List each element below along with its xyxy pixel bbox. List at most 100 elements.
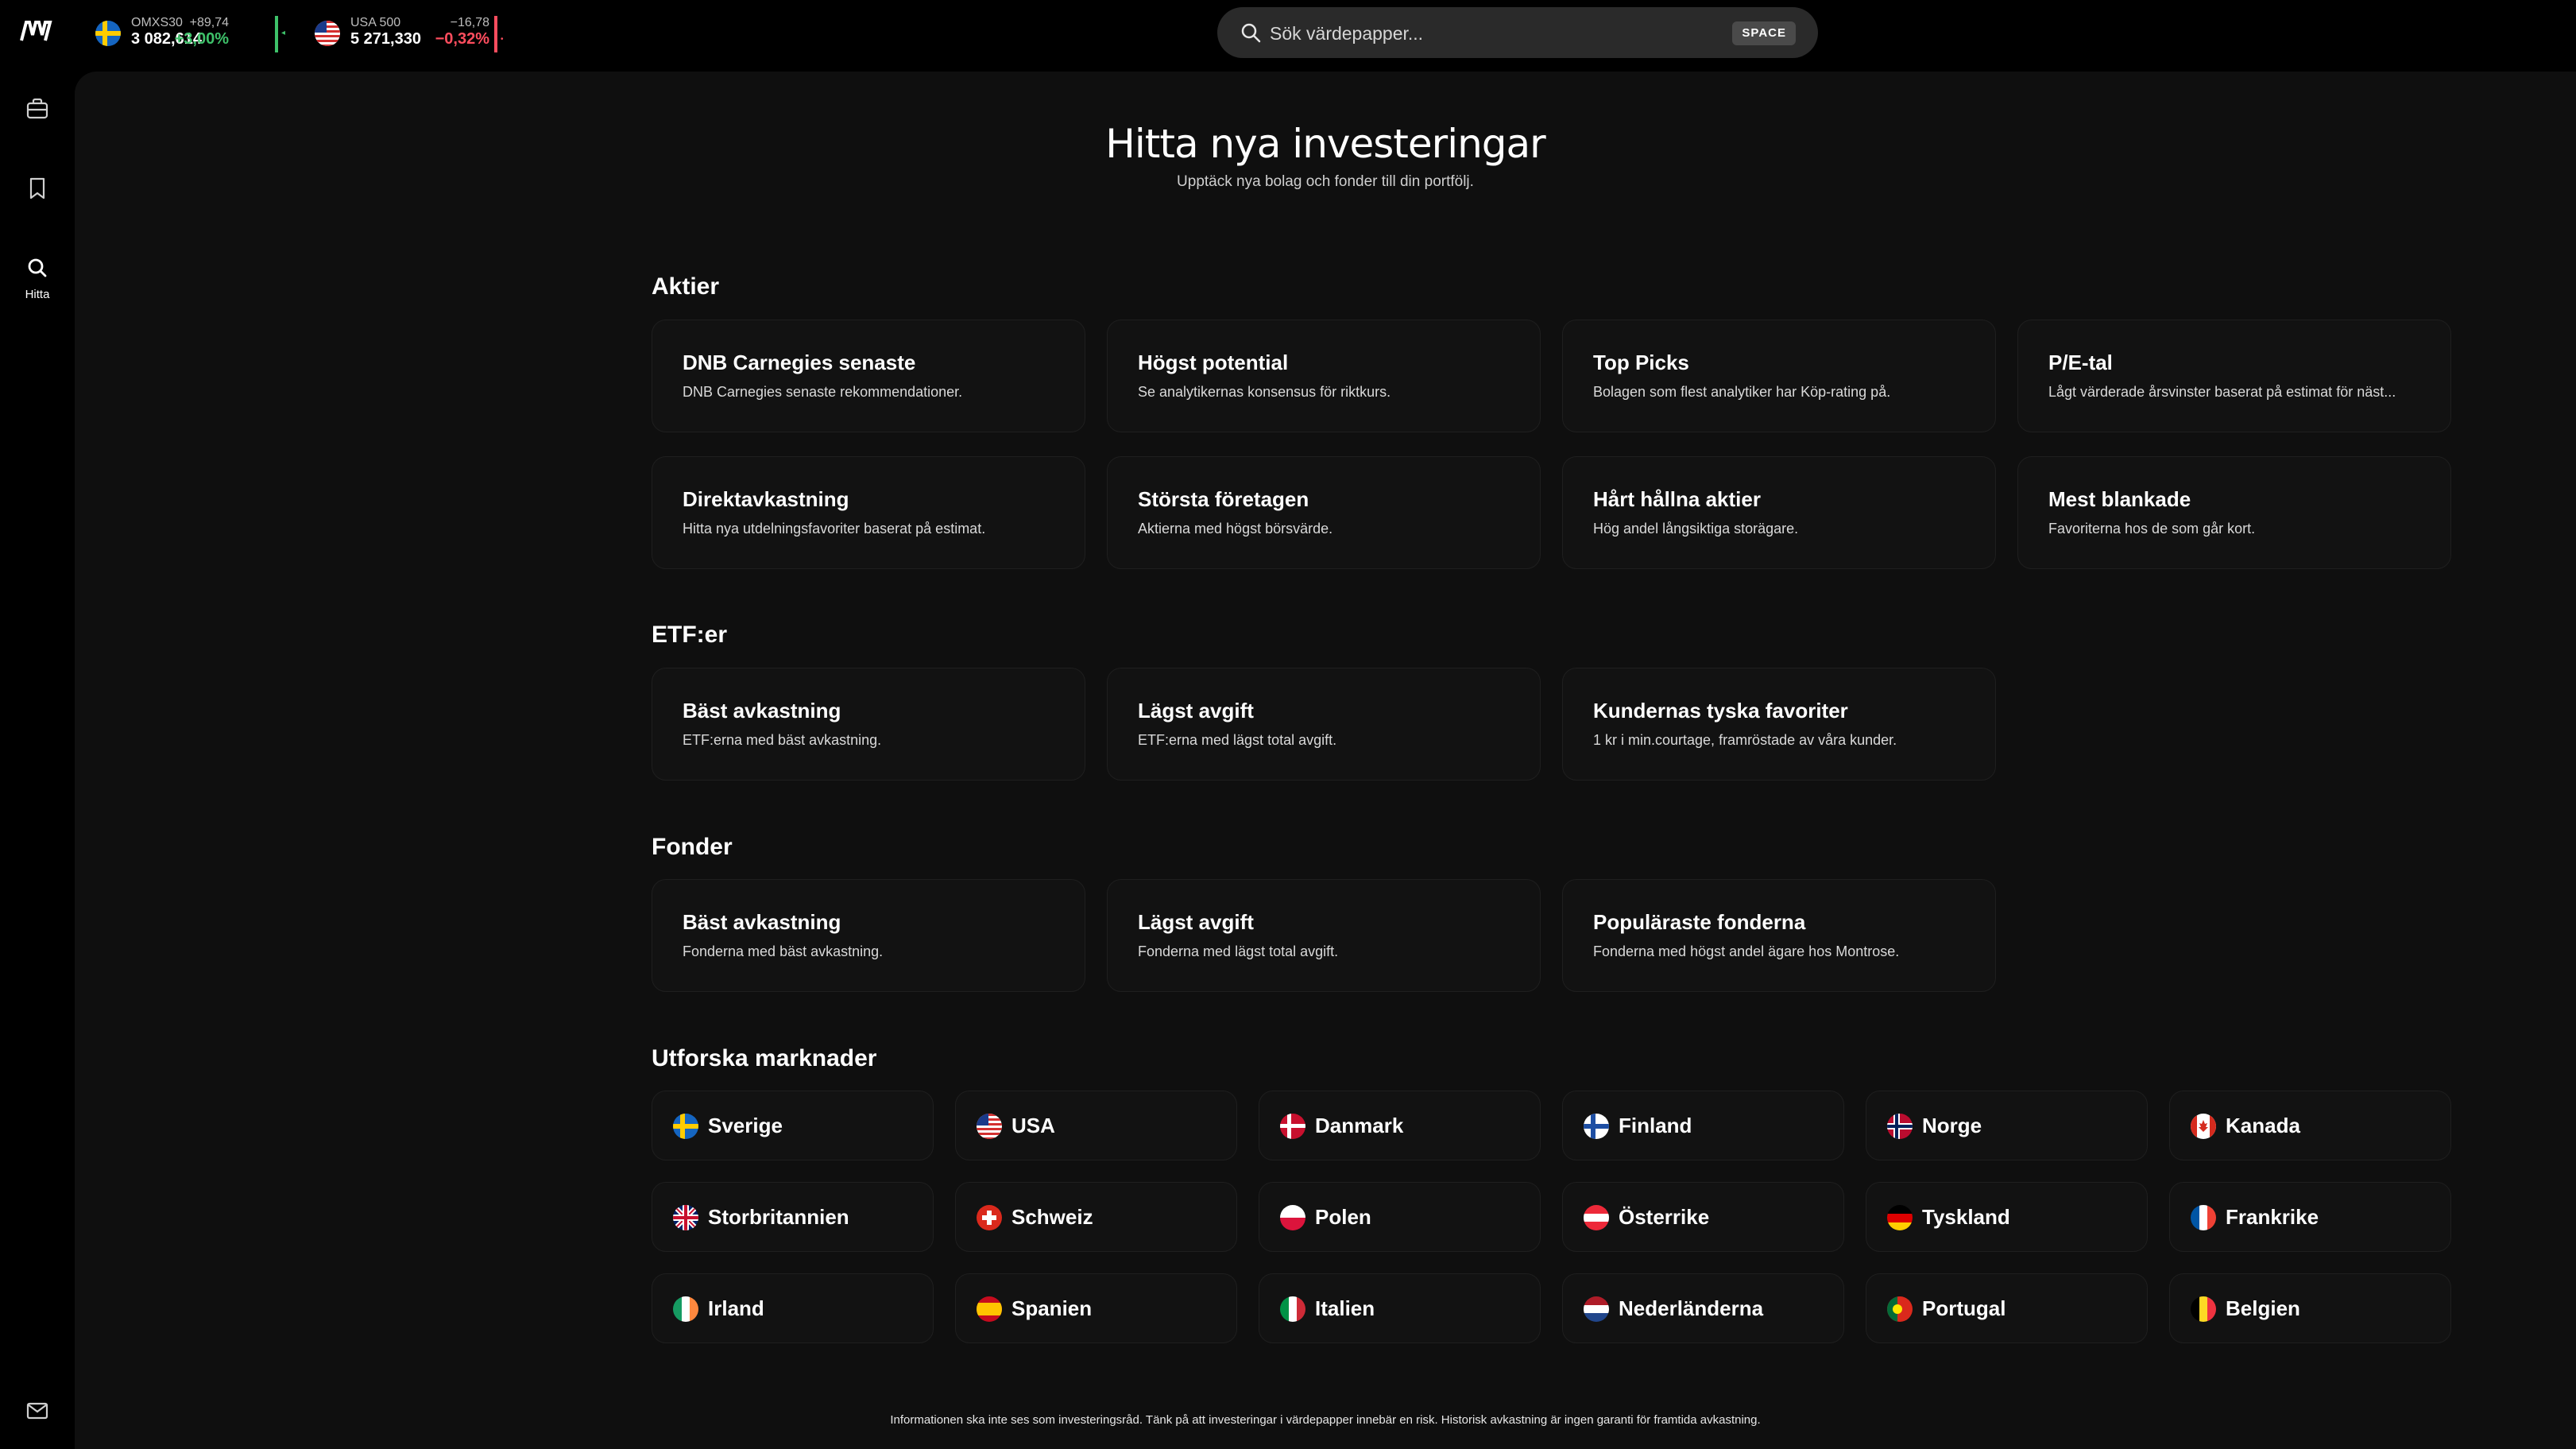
card-etf-bast-avkastning[interactable]: Bäst avkastning ETF:erna med bäst avkast… xyxy=(652,668,1085,781)
sidebar-item-watchlist[interactable] xyxy=(0,167,75,215)
main-content: Hitta nya investeringar Upptäck nya bola… xyxy=(75,72,2576,1449)
card-top-picks[interactable]: Top Picks Bolagen som flest analytiker h… xyxy=(1562,320,1996,432)
market-name: Italien xyxy=(1315,1296,1375,1320)
sidebar-item-discover[interactable]: Hitta xyxy=(0,246,75,318)
section-title-etfs: ETF:er xyxy=(652,622,728,648)
ticker-change-pct: −0,32% xyxy=(435,30,489,48)
canada-flag-icon xyxy=(2191,1114,2216,1139)
sidebar-item-portfolio[interactable] xyxy=(0,87,75,135)
ticker-usa500[interactable]: USA 500 5 271,330 −16,78 −0,32% • xyxy=(315,14,521,54)
card-description: ETF:erna med lägst total avgift. xyxy=(1138,732,1337,748)
market-spanien[interactable]: Spanien xyxy=(955,1273,1237,1343)
card-description: DNB Carnegies senaste rekommendationer. xyxy=(683,384,963,400)
uk-flag-icon xyxy=(673,1205,698,1230)
ticker-change-pct: +3,00% xyxy=(174,30,229,48)
card-title: Bäst avkastning xyxy=(683,910,841,934)
poland-flag-icon xyxy=(1280,1205,1305,1230)
card-title: Bäst avkastning xyxy=(683,699,841,723)
card-description: Aktierna med högst börsvärde. xyxy=(1138,521,1333,537)
market-name: Schweiz xyxy=(1011,1205,1093,1229)
card-hart-hallna-aktier[interactable]: Hårt hållna aktier Hög andel långsiktiga… xyxy=(1562,456,1996,569)
market-osterrike[interactable]: Österrike xyxy=(1562,1182,1844,1252)
card-fund-popularaste-fonderna[interactable]: Populäraste fonderna Fonderna med högst … xyxy=(1562,879,1996,992)
card-title: P/E-tal xyxy=(2048,351,2113,374)
card-title: DNB Carnegies senaste xyxy=(683,351,916,374)
ticker-change-abs: −16,78 xyxy=(450,16,489,29)
page-subtitle: Upptäck nya bolag och fonder till din po… xyxy=(1177,173,1474,190)
portugal-flag-icon xyxy=(1887,1296,1913,1322)
card-fund-bast-avkastning[interactable]: Bäst avkastning Fonderna med bäst avkast… xyxy=(652,879,1085,992)
app-logo[interactable] xyxy=(19,19,52,43)
card-mest-blankade[interactable]: Mest blankade Favoriterna hos de som går… xyxy=(2017,456,2451,569)
card-description: Favoriterna hos de som går kort. xyxy=(2048,521,2256,537)
market-frankrike[interactable]: Frankrike xyxy=(2169,1182,2451,1252)
netherlands-flag-icon xyxy=(1584,1296,1609,1322)
search-input[interactable] xyxy=(1268,14,1716,53)
switzerland-flag-icon xyxy=(977,1205,1002,1230)
sidebar: Hitta xyxy=(0,72,75,1449)
market-usa[interactable]: USA xyxy=(955,1091,1237,1160)
market-storbritannien[interactable]: Storbritannien xyxy=(652,1182,934,1252)
market-portugal[interactable]: Portugal xyxy=(1866,1273,2148,1343)
market-belgien[interactable]: Belgien xyxy=(2169,1273,2451,1343)
card-title: Lägst avgift xyxy=(1138,910,1254,934)
market-polen[interactable]: Polen xyxy=(1259,1182,1541,1252)
norway-flag-icon xyxy=(1887,1114,1913,1139)
ticker-trend-bar xyxy=(275,16,278,52)
card-description: Se analytikernas konsensus för riktkurs. xyxy=(1138,384,1391,400)
market-name: Portugal xyxy=(1922,1296,2006,1320)
card-title: Populäraste fonderna xyxy=(1593,910,1806,934)
mail-icon xyxy=(26,1402,48,1420)
ticker-change-abs: +89,74 xyxy=(189,16,229,29)
market-name: Danmark xyxy=(1315,1114,1404,1137)
market-name: Irland xyxy=(708,1296,764,1320)
card-fund-lagst-avgift[interactable]: Lägst avgift Fonderna med lägst total av… xyxy=(1107,879,1541,992)
sidebar-item-mail[interactable] xyxy=(0,1391,75,1439)
page-title: Hitta nya investeringar xyxy=(1105,121,1545,167)
usa-flag-icon xyxy=(315,21,340,46)
card-pe-tal[interactable]: P/E-tal Lågt värderade årsvinster basera… xyxy=(2017,320,2451,432)
card-hogst-potential[interactable]: Högst potential Se analytikernas konsens… xyxy=(1107,320,1541,432)
sweden-flag-icon xyxy=(673,1114,698,1139)
card-dnb-carnegies-senaste[interactable]: DNB Carnegies senaste DNB Carnegies sena… xyxy=(652,320,1085,432)
ticker-omxs30[interactable]: OMXS30 3 082,614 +89,74 +3,00% ◂ xyxy=(95,14,286,54)
germany-flag-icon xyxy=(1887,1205,1913,1230)
section-title-stocks: Aktier xyxy=(652,273,720,300)
market-sverige[interactable]: Sverige xyxy=(652,1091,934,1160)
search-bar[interactable]: SPACE xyxy=(1217,7,1818,58)
market-norge[interactable]: Norge xyxy=(1866,1091,2148,1160)
briefcase-icon xyxy=(26,98,48,119)
section-title-markets: Utforska marknader xyxy=(652,1045,877,1071)
market-nederlanderna[interactable]: Nederländerna xyxy=(1562,1273,1844,1343)
belgium-flag-icon xyxy=(2191,1296,2216,1322)
card-title: Lägst avgift xyxy=(1138,699,1254,723)
market-name: Spanien xyxy=(1011,1296,1093,1320)
market-schweiz[interactable]: Schweiz xyxy=(955,1182,1237,1252)
section-title-funds: Fonder xyxy=(652,834,733,860)
card-description: Hitta nya utdelningsfavoriter baserat på… xyxy=(683,521,986,537)
market-tyskland[interactable]: Tyskland xyxy=(1866,1182,2148,1252)
card-direktavkastning[interactable]: Direktavkastning Hitta nya utdelningsfav… xyxy=(652,456,1085,569)
card-description: ETF:erna med bäst avkastning. xyxy=(683,732,882,748)
denmark-flag-icon xyxy=(1280,1114,1305,1139)
market-name: USA xyxy=(1011,1114,1055,1137)
market-kanada[interactable]: Kanada xyxy=(2169,1091,2451,1160)
market-italien[interactable]: Italien xyxy=(1259,1273,1541,1343)
ticker-trend-bar xyxy=(494,16,497,52)
card-description: Fonderna med bäst avkastning. xyxy=(683,943,884,959)
market-name: Storbritannien xyxy=(708,1205,849,1229)
card-storsta-foretagen[interactable]: Största företagen Aktierna med högst bör… xyxy=(1107,456,1541,569)
market-finland[interactable]: Finland xyxy=(1562,1091,1844,1160)
card-title: Direktavkastning xyxy=(683,487,849,511)
market-name: Nederländerna xyxy=(1619,1296,1764,1320)
card-etf-lagst-avgift[interactable]: Lägst avgift ETF:erna med lägst total av… xyxy=(1107,668,1541,781)
market-name: Belgien xyxy=(2226,1296,2300,1320)
card-title: Största företagen xyxy=(1138,487,1309,511)
france-flag-icon xyxy=(2191,1205,2216,1230)
card-etf-kundernas-tyska-favoriter[interactable]: Kundernas tyska favoriter 1 kr i min.cou… xyxy=(1562,668,1996,781)
market-danmark[interactable]: Danmark xyxy=(1259,1091,1541,1160)
market-irland[interactable]: Irland xyxy=(652,1273,934,1343)
italy-flag-icon xyxy=(1280,1296,1305,1322)
card-description: Fonderna med lägst total avgift. xyxy=(1138,943,1339,959)
card-description: Fonderna med högst andel ägare hos Montr… xyxy=(1593,943,1900,959)
